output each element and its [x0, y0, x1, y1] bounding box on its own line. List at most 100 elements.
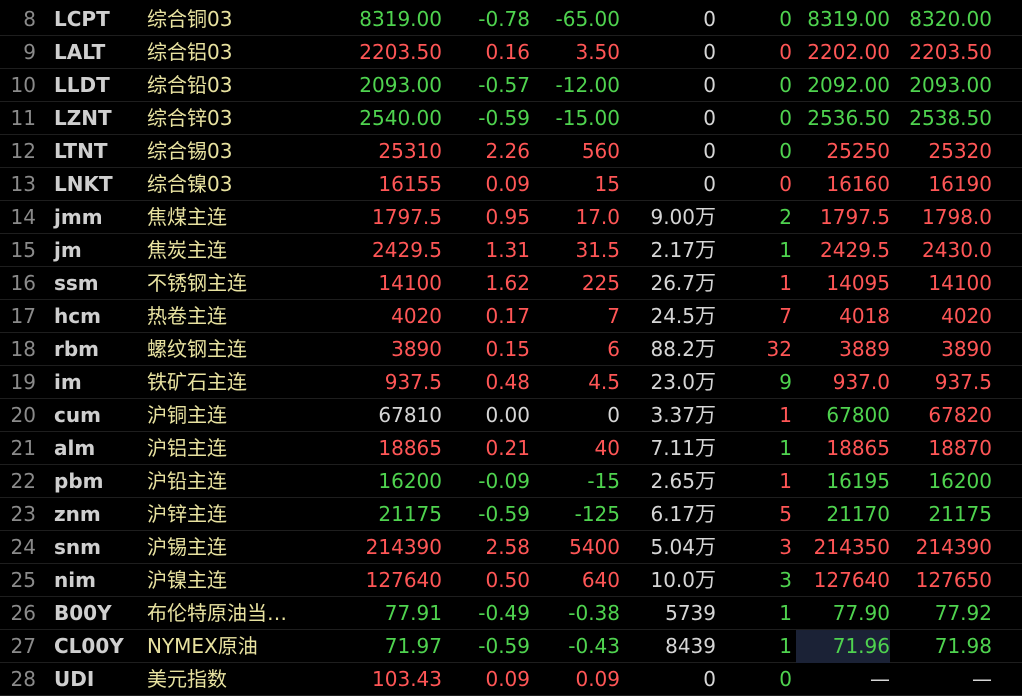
bid-price: 16195 [826, 469, 890, 493]
volume: 0 [626, 3, 716, 36]
quote-row[interactable]: 18 rbm 螺纹钢主连 3890 0.15 6 88.2万 32 3889 3890 [0, 333, 1022, 366]
quote-row[interactable]: 12 LTNT 综合锡03 25310 2.26 560 0 0 25250 25320 [0, 135, 1022, 168]
quote-row[interactable]: 20 cum 沪铜主连 67810 0.00 0 3.37万 1 67800 67820 [0, 399, 1022, 432]
contract-code: alm [54, 436, 96, 460]
quote-row[interactable]: 24 snm 沪锡主连 214390 2.58 5400 5.04万 3 214350 21439… [0, 531, 1022, 564]
quote-row[interactable]: 27 CL00Y NYMEX原油 71.97 -0.59 -0.43 8439 1 71.96 7… [0, 630, 1022, 663]
last-price: 3890 [391, 337, 442, 361]
quote-row[interactable]: 23 znm 沪锌主连 21175 -0.59 -125 6.17万 5 21170 21175 [0, 498, 1022, 531]
quote-row[interactable]: 16 ssm 不锈钢主连 14100 1.62 225 26.7万 1 14095 14100 [0, 267, 1022, 300]
volume-unit: 万 [695, 337, 716, 361]
row-index: 22 [10, 469, 36, 493]
bid-price: 2202.00 [807, 40, 890, 64]
bid-price: 67800 [826, 403, 890, 427]
contract-code: CL00Y [54, 634, 124, 658]
volume-value: 7.11 [650, 436, 695, 460]
change-amount: -12.00 [555, 73, 620, 97]
contract-name: 美元指数 [147, 667, 227, 691]
change-percent: -0.49 [478, 601, 530, 625]
contract-name: 焦炭主连 [147, 238, 227, 262]
contract-name: 布伦特原油当… [147, 601, 287, 625]
volume: 26.7万 [626, 267, 716, 300]
last-price: 2540.00 [359, 106, 442, 130]
change-amount: -0.38 [568, 601, 620, 625]
ask-price: 2203.50 [909, 40, 992, 64]
last-price: 2093.00 [359, 73, 442, 97]
quote-row[interactable]: 25 nim 沪镍主连 127640 0.50 640 10.0万 3 127640 127650 [0, 564, 1022, 597]
last-price: 21175 [378, 502, 442, 526]
quote-row[interactable]: 26 B00Y 布伦特原油当… 77.91 -0.49 -0.38 5739 1 77.90 77… [0, 597, 1022, 630]
quote-row[interactable]: 10 LLDT 综合铅03 2093.00 -0.57 -12.00 0 0 2092.00 20… [0, 69, 1022, 102]
quote-row[interactable]: 8 LCPT 综合铜03 8319.00 -0.78 -65.00 0 0 8319.00 832… [0, 3, 1022, 36]
quote-row[interactable]: 15 jm 焦炭主连 2429.5 1.31 31.5 2.17万 1 2429.5 2430.0 [0, 234, 1022, 267]
volume: 23.0万 [626, 366, 716, 399]
quote-row[interactable]: 13 LNKT 综合镍03 16155 0.09 15 0 0 16160 16190 [0, 168, 1022, 201]
change-amount: 31.5 [575, 238, 620, 262]
contract-code: ssm [54, 271, 99, 295]
volume: 10.0万 [626, 564, 716, 597]
current-volume: 1 [779, 634, 792, 658]
change-percent: -0.78 [478, 7, 530, 31]
volume-unit: 万 [695, 469, 716, 493]
bid-price: — [870, 667, 890, 691]
ask-price: 16200 [928, 469, 992, 493]
change-amount: -15 [587, 469, 620, 493]
bid-price: 3889 [839, 337, 890, 361]
quote-row[interactable]: 9 LALT 综合铝03 2203.50 0.16 3.50 0 0 2202.00 2203.5… [0, 36, 1022, 69]
contract-code: cum [54, 403, 101, 427]
volume-value: 0 [703, 172, 716, 196]
last-price: 8319.00 [359, 7, 442, 31]
volume-value: 0 [703, 139, 716, 163]
volume-unit: 万 [695, 370, 716, 394]
change-percent: 1.31 [485, 238, 530, 262]
bid-price: 14095 [826, 271, 890, 295]
contract-code: LALT [54, 40, 106, 64]
last-price: 25310 [378, 139, 442, 163]
change-amount: 7 [607, 304, 620, 328]
change-percent: -0.09 [478, 469, 530, 493]
change-percent: 0.95 [485, 205, 530, 229]
quote-row[interactable]: 21 alm 沪铝主连 18865 0.21 40 7.11万 1 18865 18870 [0, 432, 1022, 465]
quote-row[interactable]: 11 LZNT 综合锌03 2540.00 -0.59 -15.00 0 0 2536.50 25… [0, 102, 1022, 135]
row-index: 17 [10, 304, 36, 328]
change-amount: 40 [594, 436, 620, 460]
quote-row[interactable]: 28 UDI 美元指数 103.43 0.09 0.09 0 0 — — [0, 663, 1022, 696]
last-price: 18865 [378, 436, 442, 460]
volume-value: 0 [703, 667, 716, 691]
row-index: 9 [23, 40, 36, 64]
contract-code: jmm [54, 205, 103, 229]
volume: 7.11万 [626, 432, 716, 465]
ask-price: 937.5 [934, 370, 992, 394]
current-volume: 1 [779, 469, 792, 493]
change-percent: -0.59 [478, 502, 530, 526]
contract-code: LNKT [54, 172, 113, 196]
volume-value: 0 [703, 106, 716, 130]
row-index: 11 [10, 106, 36, 130]
current-volume: 1 [779, 238, 792, 262]
ask-price: 8320.00 [909, 7, 992, 31]
last-price: 1797.5 [372, 205, 442, 229]
ask-price: 16190 [928, 172, 992, 196]
ask-price: 3890 [941, 337, 992, 361]
volume-value: 9.00 [650, 205, 695, 229]
last-price: 16155 [378, 172, 442, 196]
volume-value: 26.7 [650, 271, 695, 295]
change-amount: 6 [607, 337, 620, 361]
volume: 88.2万 [626, 333, 716, 366]
contract-code: LCPT [54, 7, 110, 31]
volume-value: 2.65 [650, 469, 695, 493]
volume: 0 [626, 135, 716, 168]
quote-row[interactable]: 19 im 铁矿石主连 937.5 0.48 4.5 23.0万 9 937.0 937.5 [0, 366, 1022, 399]
quote-row[interactable]: 14 jmm 焦煤主连 1797.5 0.95 17.0 9.00万 2 1797.5 1798.… [0, 201, 1022, 234]
bid-price: 127640 [813, 568, 890, 592]
change-percent: 0.21 [485, 436, 530, 460]
row-index: 23 [10, 502, 36, 526]
quote-row[interactable]: 22 pbm 沪铅主连 16200 -0.09 -15 2.65万 1 16195 16200 [0, 465, 1022, 498]
volume: 9.00万 [626, 201, 716, 234]
ask-price: 2538.50 [909, 106, 992, 130]
volume-value: 10.0 [650, 568, 695, 592]
volume-value: 0 [703, 7, 716, 31]
change-percent: 1.62 [485, 271, 530, 295]
last-price: 127640 [365, 568, 442, 592]
quote-row[interactable]: 17 hcm 热卷主连 4020 0.17 7 24.5万 7 4018 4020 [0, 300, 1022, 333]
